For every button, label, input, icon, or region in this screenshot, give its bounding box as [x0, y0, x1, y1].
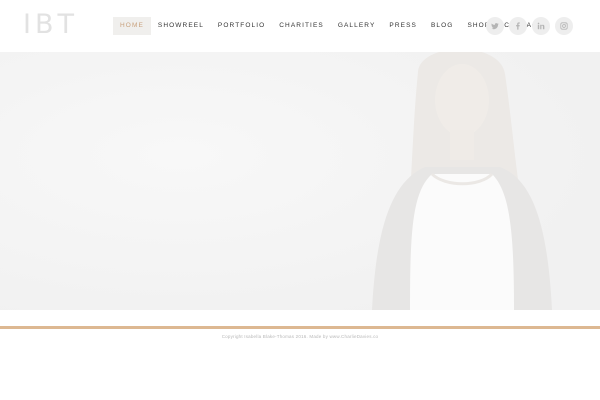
nav-item-charities[interactable]: CHARITIES: [272, 17, 331, 35]
hero-portrait-image: [0, 52, 600, 310]
nav-item-portfolio[interactable]: PORTFOLIO: [211, 17, 272, 35]
copyright-text: Copyright Isabella Blake-Thomas 2016. Ma…: [221, 334, 379, 339]
facebook-icon: [516, 22, 520, 30]
twitter-button[interactable]: [486, 17, 504, 35]
site-logo[interactable]: IBT: [23, 9, 78, 41]
nav-item-showreel[interactable]: SHOWREEL: [151, 17, 211, 35]
footer-divider: [0, 326, 600, 329]
site-footer: Copyright Isabella Blake-Thomas 2016. Ma…: [0, 334, 600, 339]
hero-banner: [0, 52, 600, 310]
facebook-button[interactable]: [509, 17, 527, 35]
twitter-icon: [491, 23, 499, 30]
nav-item-gallery[interactable]: GALLERY: [331, 17, 383, 35]
main-nav: HOME SHOWREEL PORTFOLIO CHARITIES GALLER…: [113, 17, 550, 35]
nav-item-home[interactable]: HOME: [113, 17, 151, 35]
nav-item-press[interactable]: PRESS: [382, 17, 424, 35]
instagram-icon: [560, 22, 568, 30]
linkedin-button[interactable]: [532, 17, 550, 35]
social-links: [486, 17, 573, 35]
instagram-button[interactable]: [555, 17, 573, 35]
linkedin-icon: [537, 22, 545, 30]
nav-item-blog[interactable]: BLOG: [424, 17, 460, 35]
site-header: IBT HOME SHOWREEL PORTFOLIO CHARITIES GA…: [0, 0, 600, 52]
